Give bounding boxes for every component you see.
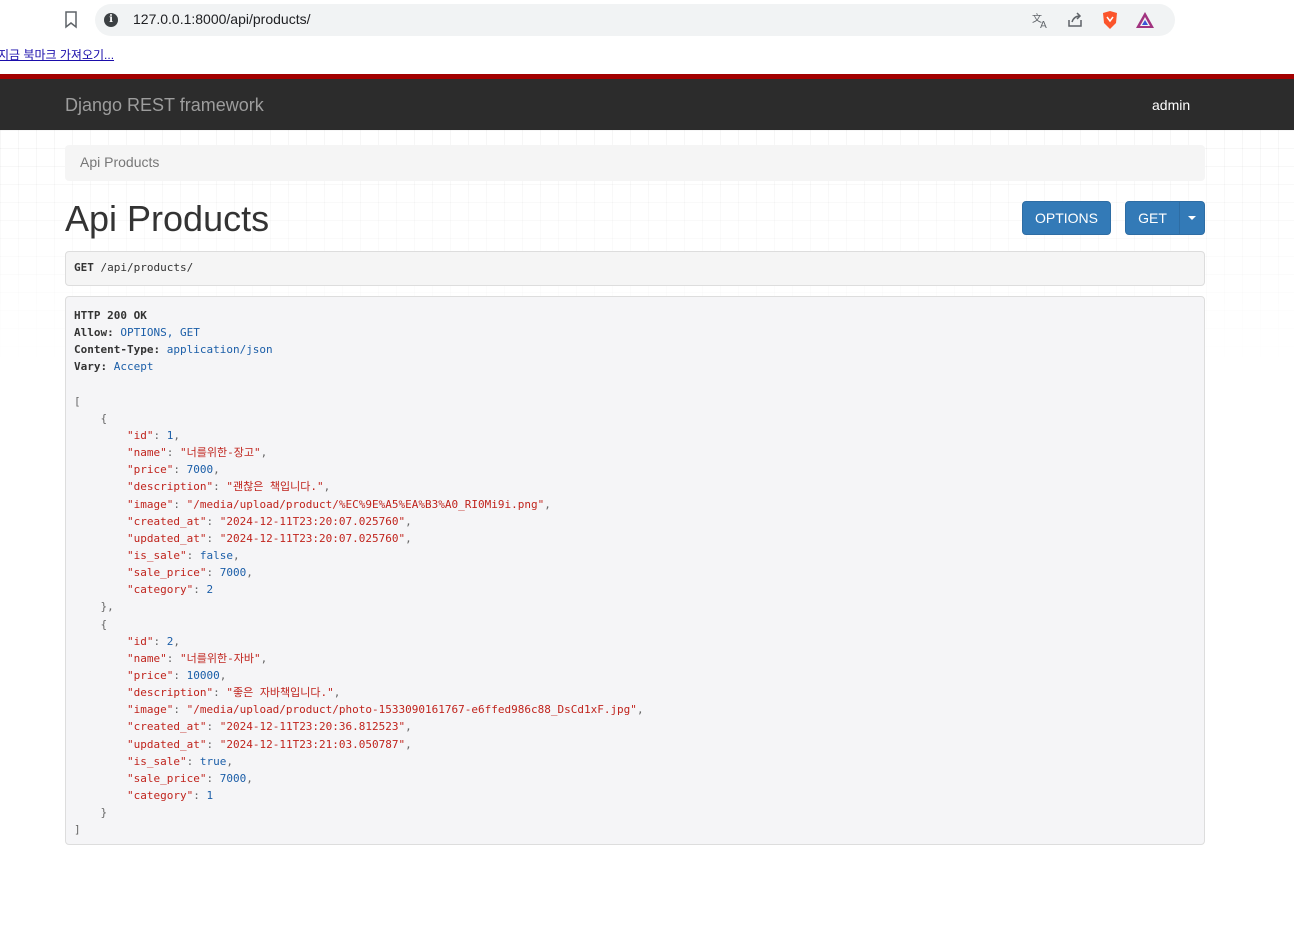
json-value: 2	[206, 583, 214, 597]
breadcrumb: Api Products	[65, 145, 1205, 181]
share-icon[interactable]	[1065, 10, 1085, 30]
header-value: Accept	[113, 360, 154, 374]
page-title: Api Products	[65, 198, 270, 239]
brave-shield-icon[interactable]	[1100, 10, 1120, 30]
header-key: Vary:	[74, 360, 108, 374]
response-body: HTTP 200 OK Allow: OPTIONS, GET Content-Ty…	[65, 296, 1205, 845]
status-line: HTTP 200 OK	[74, 309, 147, 322]
options-button[interactable]: OPTIONS	[1022, 201, 1111, 235]
json-value: "좋은 자바책입니다."	[226, 686, 334, 700]
caret-down-icon	[1188, 216, 1196, 220]
json-value: "2024-12-11T23:21:03.050787"	[219, 737, 406, 751]
json-value: "/media/upload/product/photo-15330901617…	[186, 703, 637, 717]
json-value: "2024-12-11T23:20:07.025760"	[219, 514, 406, 528]
header-key: Content-Type:	[74, 343, 161, 357]
json-value: "괜찮은 책입니다."	[226, 480, 324, 494]
json-value: 10000	[186, 668, 220, 682]
json-value: 1	[206, 788, 214, 802]
bookmark-icon[interactable]	[64, 11, 78, 29]
json-value: 7000	[219, 771, 247, 785]
breadcrumb-current[interactable]: Api Products	[80, 154, 159, 170]
json-value: "너를위한-장고"	[179, 446, 261, 460]
user-menu[interactable]: admin	[1152, 97, 1190, 113]
brand-link[interactable]: Django REST framework	[65, 95, 264, 116]
url-text[interactable]: 127.0.0.1:8000/api/products/	[133, 11, 310, 27]
json-value: 7000	[186, 463, 214, 477]
json-value: "/media/upload/product/%EC%9E%A5%EA%B3%A…	[186, 497, 545, 511]
json-value: 7000	[219, 566, 247, 580]
json-value: "2024-12-11T23:20:36.812523"	[219, 720, 406, 734]
json-value: true	[199, 754, 227, 768]
brave-rewards-icon[interactable]	[1135, 10, 1155, 30]
json-value: "2024-12-11T23:20:07.025760"	[219, 531, 406, 545]
get-format-dropdown[interactable]	[1179, 201, 1205, 235]
get-button[interactable]: GET	[1125, 201, 1180, 235]
json-value: false	[199, 548, 233, 562]
request-method: GET	[74, 261, 94, 274]
request-info: GET /api/products/	[65, 251, 1205, 286]
request-path: /api/products/	[100, 261, 194, 274]
json-value: "너를위한-자바"	[179, 651, 261, 665]
header-key: Allow:	[74, 326, 114, 340]
navbar: Django REST framework admin	[0, 74, 1294, 130]
translate-icon[interactable]: 文A	[1031, 10, 1051, 30]
site-info-icon[interactable]: i	[104, 13, 118, 27]
header-value: application/json	[166, 343, 273, 357]
import-bookmarks-link[interactable]: 지금 북마크 가져오기...	[0, 46, 114, 63]
header-value: OPTIONS, GET	[120, 326, 200, 340]
svg-text:A: A	[1040, 20, 1047, 29]
